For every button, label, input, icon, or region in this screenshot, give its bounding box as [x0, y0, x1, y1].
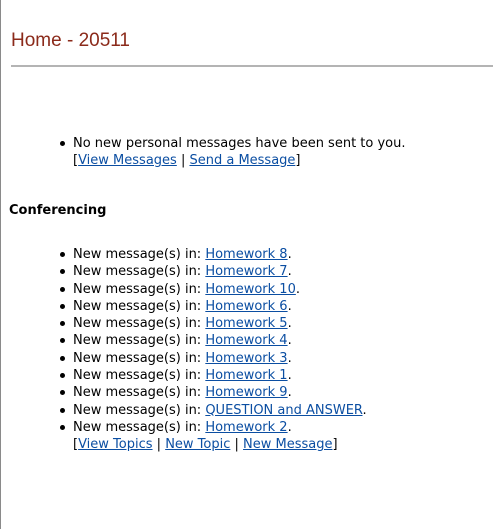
conferencing-item-suffix: .	[362, 402, 367, 418]
conferencing-item: New message(s) in: Homework 7.	[1, 263, 493, 280]
conferencing-item: New message(s) in: Homework 2. [View Topi…	[1, 419, 493, 454]
conferencing-item: New message(s) in: Homework 5.	[1, 315, 493, 332]
link-separator: |	[176, 153, 190, 169]
personal-messages-item: No new personal messages have been sent …	[1, 135, 493, 170]
conferencing-item-prefix: New message(s) in:	[73, 316, 206, 332]
conferencing-item: New message(s) in: Homework 1.	[1, 367, 493, 384]
page-title: Home - 20511	[11, 30, 130, 51]
conferencing-topic-link[interactable]: Homework 4	[205, 333, 287, 348]
conferencing-topic-link[interactable]: Homework 7	[205, 264, 287, 279]
conferencing-item-suffix: .	[287, 333, 292, 349]
personal-messages-links: [View Messages | Send a Message]	[73, 152, 493, 169]
conferencing-topic-link[interactable]: Homework 3	[205, 351, 287, 366]
conferencing-topic-link[interactable]: Homework 10	[205, 282, 296, 297]
link-separator: |	[152, 437, 166, 453]
conferencing-item-prefix: New message(s) in:	[73, 247, 206, 262]
link-separator: |	[230, 437, 244, 453]
conferencing-item-suffix: .	[287, 316, 292, 332]
conferencing-topic-link[interactable]: Homework 9	[205, 385, 287, 400]
conferencing-item-prefix: New message(s) in:	[73, 419, 206, 435]
conferencing-item-prefix: New message(s) in:	[73, 368, 206, 384]
conferencing-heading: Conferencing	[9, 203, 107, 218]
page-frame: Home - 20511 No new personal messages ha…	[0, 0, 493, 529]
conferencing-item-prefix: New message(s) in:	[73, 385, 206, 401]
personal-messages-status: No new personal messages have been sent …	[73, 136, 406, 151]
conferencing-topic-link[interactable]: Homework 1	[205, 368, 287, 383]
conferencing-item-suffix: .	[287, 368, 292, 384]
conferencing-topic-link[interactable]: Homework 8	[205, 247, 287, 262]
send-message-link[interactable]: Send a Message	[189, 153, 295, 168]
view-messages-link[interactable]: View Messages	[78, 153, 177, 168]
conferencing-item: New message(s) in: Homework 3.	[1, 350, 493, 367]
conferencing-item: New message(s) in: Homework 10.	[1, 281, 493, 298]
conferencing-item: New message(s) in: Homework 6.	[1, 298, 493, 315]
conferencing-item-prefix: New message(s) in:	[73, 350, 206, 366]
conferencing-item-suffix: .	[287, 264, 292, 280]
conferencing-item-suffix: .	[287, 298, 292, 314]
conferencing-item-suffix: .	[287, 385, 292, 401]
conferencing-item: New message(s) in: Homework 9.	[1, 384, 493, 401]
conferencing-item: New message(s) in: Homework 8.	[1, 246, 493, 263]
new-topic-link[interactable]: New Topic	[165, 437, 230, 452]
bracket-close: ]	[332, 437, 338, 453]
conferencing-item-prefix: New message(s) in:	[73, 402, 206, 418]
conferencing-list: New message(s) in: Homework 8. New messag…	[1, 246, 493, 454]
view-topics-link[interactable]: View Topics	[78, 437, 152, 452]
conferencing-item-prefix: New message(s) in:	[73, 264, 206, 280]
personal-messages-list: No new personal messages have been sent …	[1, 135, 493, 170]
conferencing-item-suffix: .	[295, 281, 300, 297]
conferencing-links: [View Topics | New Topic | New Message]	[73, 436, 493, 453]
conferencing-item-prefix: New message(s) in:	[73, 333, 206, 349]
conferencing-topic-link[interactable]: QUESTION and ANSWER	[205, 403, 362, 418]
conferencing-topic-link[interactable]: Homework 6	[205, 299, 287, 314]
title-divider	[11, 65, 493, 67]
conferencing-item-prefix: New message(s) in:	[73, 298, 206, 314]
conferencing-item-suffix: .	[287, 419, 292, 435]
new-message-link[interactable]: New Message	[243, 437, 332, 452]
conferencing-item-suffix: .	[287, 247, 292, 262]
conferencing-item: New message(s) in: Homework 4.	[1, 332, 493, 349]
bracket-close: ]	[295, 153, 301, 169]
conferencing-item: New message(s) in: QUESTION and ANSWER.	[1, 402, 493, 419]
conferencing-topic-link[interactable]: Homework 5	[205, 316, 287, 331]
conferencing-item-prefix: New message(s) in:	[73, 281, 206, 297]
conferencing-topic-link[interactable]: Homework 2	[205, 420, 287, 435]
conferencing-item-suffix: .	[287, 350, 292, 366]
